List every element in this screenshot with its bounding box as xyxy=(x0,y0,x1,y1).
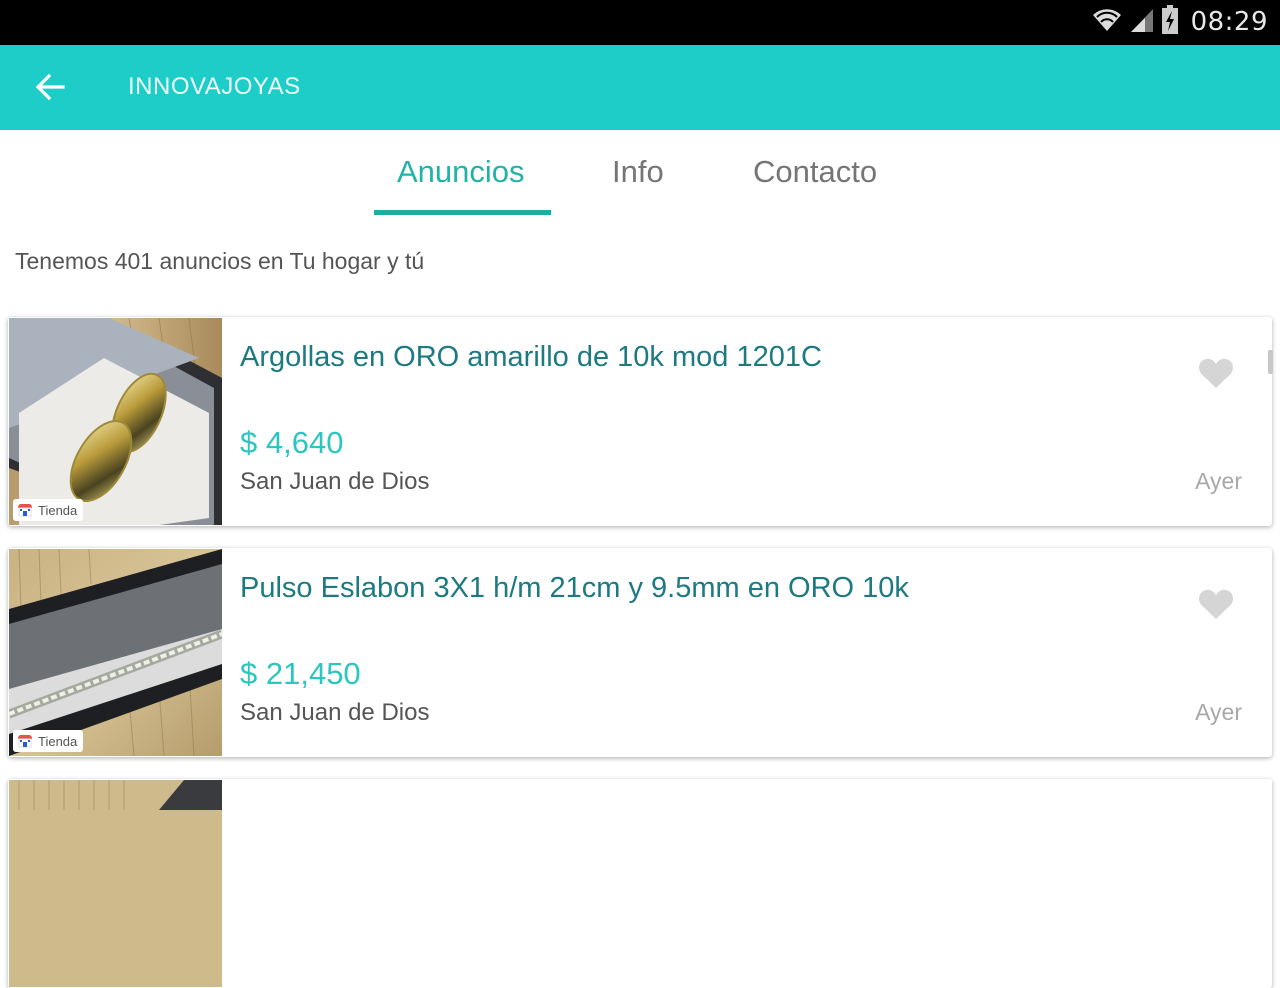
listing-title[interactable]: Argollas en ORO amarillo de 10k mod 1201… xyxy=(240,341,822,374)
listing-location: San Juan de Dios xyxy=(240,699,430,726)
store-title: INNOVAJOYAS xyxy=(128,73,301,100)
listing-price: $ 21,450 xyxy=(240,656,361,691)
tab-bar: Anuncios Info Contacto xyxy=(0,130,1280,215)
listing-price: $ 4,640 xyxy=(240,425,344,460)
listing-location: San Juan de Dios xyxy=(240,468,430,495)
active-tab-indicator xyxy=(374,210,551,215)
arrow-left-icon xyxy=(35,74,65,100)
listings-count-summary: Tenemos 401 anuncios en Tu hogar y tú xyxy=(15,248,425,274)
store-badge-label: Tienda xyxy=(38,502,78,518)
tab-contacto[interactable]: Contacto xyxy=(753,154,877,190)
clock: 08:29 xyxy=(1190,7,1268,37)
store-badge: Tienda xyxy=(13,499,84,521)
listing-title[interactable]: Pulso Eslabon 3X1 h/m 21cm y 9.5mm en OR… xyxy=(240,572,909,605)
listing-card[interactable]: Tienda Pulso Eslabon 3X1 h/m 21cm y 9.5m… xyxy=(8,548,1272,757)
listing-card[interactable]: Tienda Argollas en ORO amarillo de 10k m… xyxy=(8,317,1272,526)
wifi-icon xyxy=(1091,7,1123,38)
store-badge-label: Tienda xyxy=(38,733,78,749)
battery-charging-icon xyxy=(1161,4,1179,40)
status-icons: 08:29 xyxy=(1091,4,1268,40)
heart-icon xyxy=(1198,358,1234,388)
back-button[interactable] xyxy=(30,67,70,107)
listing-image[interactable] xyxy=(9,780,222,987)
listing-image[interactable]: Tienda xyxy=(9,549,222,756)
app-bar: INNOVAJOYAS xyxy=(0,45,1280,130)
status-bar: 08:29 xyxy=(0,0,1280,45)
store-icon xyxy=(18,504,32,517)
listing-card[interactable] xyxy=(8,779,1272,988)
tab-anuncios[interactable]: Anuncios xyxy=(397,154,525,190)
favorite-button[interactable] xyxy=(1196,586,1236,622)
listing-date: Ayer xyxy=(1195,699,1242,725)
signal-icon xyxy=(1129,7,1155,38)
listing-date: Ayer xyxy=(1195,468,1242,494)
favorite-button[interactable] xyxy=(1196,355,1236,391)
scrollbar-thumb[interactable] xyxy=(1268,350,1273,374)
store-icon xyxy=(18,735,32,748)
tab-info[interactable]: Info xyxy=(612,154,664,190)
listing-image[interactable]: Tienda xyxy=(9,318,222,525)
store-badge: Tienda xyxy=(13,730,84,752)
heart-icon xyxy=(1198,589,1234,619)
